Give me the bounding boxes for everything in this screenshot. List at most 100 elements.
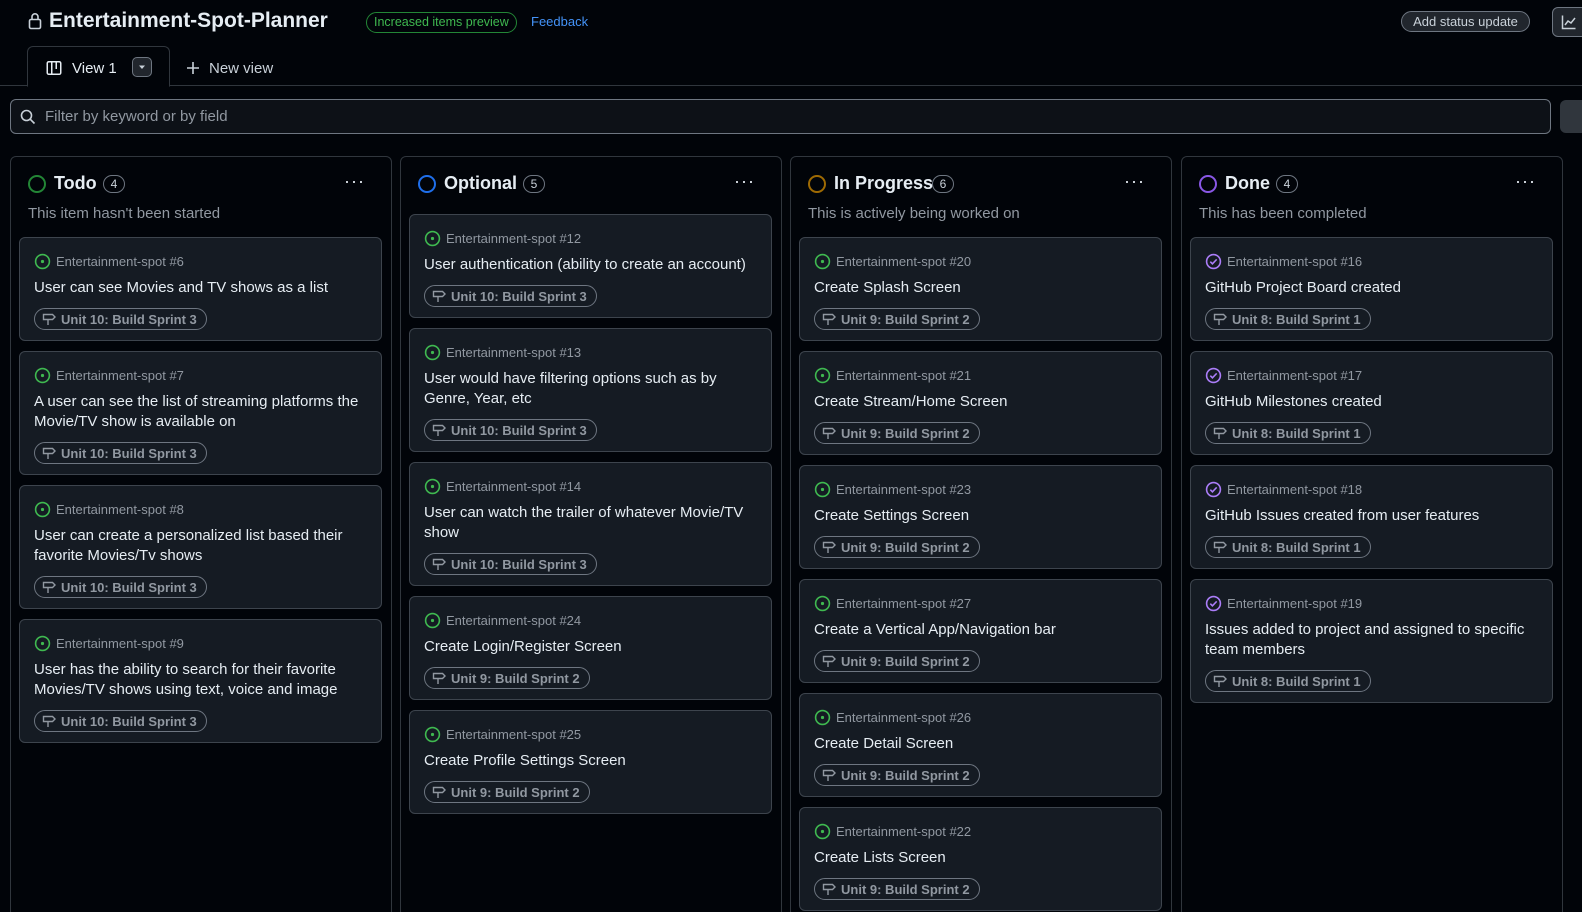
issue-card[interactable]: Entertainment-spot #18 GitHub Issues crea… <box>1190 465 1553 569</box>
column-count: 5 <box>523 175 545 193</box>
issue-title[interactable]: Create Stream/Home Screen <box>814 392 1154 412</box>
milestone-label: Unit 10: Build Sprint 3 <box>61 713 197 729</box>
milestone-token[interactable]: Unit 9: Build Sprint 2 <box>814 764 980 786</box>
milestone-label: Unit 9: Build Sprint 2 <box>841 311 970 327</box>
column-menu-button[interactable]: ··· <box>734 172 755 190</box>
milestone-label: Unit 8: Build Sprint 1 <box>1232 539 1361 555</box>
issue-card[interactable]: Entertainment-spot #17 GitHub Milestones … <box>1190 351 1553 455</box>
milestone-token[interactable]: Unit 9: Build Sprint 2 <box>424 667 590 689</box>
milestone-icon <box>822 313 836 325</box>
issue-reference: Entertainment-spot #27 <box>814 594 971 612</box>
status-dot-icon <box>1199 175 1217 193</box>
filter-side-button[interactable] <box>1560 100 1582 133</box>
insights-button[interactable] <box>1552 7 1582 37</box>
issue-title[interactable]: GitHub Project Board created <box>1205 278 1545 298</box>
issue-card[interactable]: Entertainment-spot #27 Create a Vertical … <box>799 579 1162 683</box>
milestone-token[interactable]: Unit 9: Build Sprint 2 <box>814 308 980 330</box>
issue-number: Entertainment-spot #27 <box>836 595 972 611</box>
issue-title[interactable]: GitHub Issues created from user features <box>1205 506 1545 526</box>
issue-card[interactable]: Entertainment-spot #7 A user can see the … <box>19 351 382 475</box>
issue-title[interactable]: User can see Movies and TV shows as a li… <box>34 278 374 298</box>
triangle-down-icon <box>139 65 145 69</box>
issue-title[interactable]: Create Login/Register Screen <box>424 637 764 657</box>
milestone-token[interactable]: Unit 10: Build Sprint 3 <box>34 308 207 330</box>
milestone-token[interactable]: Unit 8: Build Sprint 1 <box>1205 670 1371 692</box>
milestone-label: Unit 8: Build Sprint 1 <box>1232 311 1361 327</box>
issue-card[interactable]: Entertainment-spot #13 User would have fi… <box>409 328 772 452</box>
issue-title[interactable]: User has the ability to search for their… <box>34 660 374 700</box>
issue-title[interactable]: Create Settings Screen <box>814 506 1154 526</box>
issue-card[interactable]: Entertainment-spot #25 Create Profile Set… <box>409 710 772 814</box>
milestone-label: Unit 10: Build Sprint 3 <box>61 579 197 595</box>
issue-opened-icon <box>814 253 831 269</box>
issue-title[interactable]: Create a Vertical App/Navigation bar <box>814 620 1154 640</box>
issue-opened-icon <box>424 344 441 360</box>
issue-number: Entertainment-spot #9 <box>56 635 184 651</box>
column-menu-button[interactable]: ··· <box>1124 172 1145 190</box>
search-icon <box>20 109 36 125</box>
issue-card[interactable]: Entertainment-spot #20 Create Splash Scre… <box>799 237 1162 341</box>
issue-title[interactable]: Create Splash Screen <box>814 278 1154 298</box>
milestone-icon <box>1213 675 1227 687</box>
issue-number: Entertainment-spot #19 <box>1227 595 1363 611</box>
issue-title[interactable]: GitHub Milestones created <box>1205 392 1545 412</box>
board-icon <box>46 61 62 75</box>
milestone-token[interactable]: Unit 9: Build Sprint 2 <box>814 536 980 558</box>
milestone-icon <box>1213 427 1227 439</box>
issue-card[interactable]: Entertainment-spot #8 User can create a p… <box>19 485 382 609</box>
column-todo: Todo 4 ··· This item hasn't been started Ent… <box>10 156 392 912</box>
add-status-update-button[interactable]: Add status update <box>1401 11 1530 32</box>
project-title[interactable]: Entertainment-Spot-Planner <box>49 9 328 33</box>
issue-title[interactable]: Create Profile Settings Screen <box>424 751 764 771</box>
issue-title[interactable]: Create Detail Screen <box>814 734 1154 754</box>
issue-reference: Entertainment-spot #18 <box>1205 480 1362 498</box>
column-menu-button[interactable]: ··· <box>1515 172 1536 190</box>
issue-title[interactable]: User can create a personalized list base… <box>34 526 374 566</box>
issue-card[interactable]: Entertainment-spot #22 Create Lists Scree… <box>799 807 1162 911</box>
milestone-token[interactable]: Unit 8: Build Sprint 1 <box>1205 308 1371 330</box>
milestone-token[interactable]: Unit 10: Build Sprint 3 <box>34 576 207 598</box>
issue-card[interactable]: Entertainment-spot #14 User can watch the… <box>409 462 772 586</box>
milestone-label: Unit 10: Build Sprint 3 <box>451 288 587 304</box>
issue-title[interactable]: Create Lists Screen <box>814 848 1154 868</box>
view-options-button[interactable] <box>132 57 152 77</box>
milestone-token[interactable]: Unit 9: Build Sprint 2 <box>814 878 980 900</box>
issue-title[interactable]: User authentication (ability to create a… <box>424 255 764 275</box>
issue-title[interactable]: User can watch the trailer of whatever M… <box>424 503 764 543</box>
milestone-token[interactable]: Unit 9: Build Sprint 2 <box>814 422 980 444</box>
issue-card[interactable]: Entertainment-spot #6 User can see Movies… <box>19 237 382 341</box>
milestone-token[interactable]: Unit 8: Build Sprint 1 <box>1205 536 1371 558</box>
milestone-token[interactable]: Unit 10: Build Sprint 3 <box>424 553 597 575</box>
view-tabs: View 1 New view <box>0 46 1582 87</box>
milestone-icon <box>1213 541 1227 553</box>
issue-card[interactable]: Entertainment-spot #16 GitHub Project Boa… <box>1190 237 1553 341</box>
issue-card[interactable]: Entertainment-spot #9 User has the abilit… <box>19 619 382 743</box>
issue-opened-icon <box>814 367 831 383</box>
milestone-token[interactable]: Unit 9: Build Sprint 2 <box>814 650 980 672</box>
issue-card[interactable]: Entertainment-spot #12 User authenticatio… <box>409 214 772 318</box>
tab-view-1[interactable]: View 1 <box>27 46 170 87</box>
milestone-token[interactable]: Unit 10: Build Sprint 3 <box>424 419 597 441</box>
milestone-token[interactable]: Unit 9: Build Sprint 2 <box>424 781 590 803</box>
issue-reference: Entertainment-spot #9 <box>34 634 184 652</box>
issue-title[interactable]: Issues added to project and assigned to … <box>1205 620 1545 660</box>
feedback-link[interactable]: Feedback <box>531 14 588 29</box>
issue-card[interactable]: Entertainment-spot #21 Create Stream/Home… <box>799 351 1162 455</box>
issue-title[interactable]: User would have filtering options such a… <box>424 369 764 409</box>
new-view-button[interactable]: New view <box>185 58 273 78</box>
milestone-token[interactable]: Unit 10: Build Sprint 3 <box>34 710 207 732</box>
issue-opened-icon <box>814 709 831 725</box>
issue-title[interactable]: A user can see the list of streaming pla… <box>34 392 374 432</box>
milestone-token[interactable]: Unit 10: Build Sprint 3 <box>34 442 207 464</box>
issue-opened-icon <box>34 367 51 383</box>
issue-card[interactable]: Entertainment-spot #24 Create Login/Regis… <box>409 596 772 700</box>
new-view-label: New view <box>209 59 274 77</box>
filter-input[interactable] <box>45 100 1445 133</box>
milestone-token[interactable]: Unit 10: Build Sprint 3 <box>424 285 597 307</box>
issue-card[interactable]: Entertainment-spot #19 Issues added to pr… <box>1190 579 1553 703</box>
issue-card[interactable]: Entertainment-spot #23 Create Settings Sc… <box>799 465 1162 569</box>
status-dot-icon <box>808 175 826 193</box>
column-menu-button[interactable]: ··· <box>344 172 365 190</box>
issue-card[interactable]: Entertainment-spot #26 Create Detail Scre… <box>799 693 1162 797</box>
milestone-token[interactable]: Unit 8: Build Sprint 1 <box>1205 422 1371 444</box>
